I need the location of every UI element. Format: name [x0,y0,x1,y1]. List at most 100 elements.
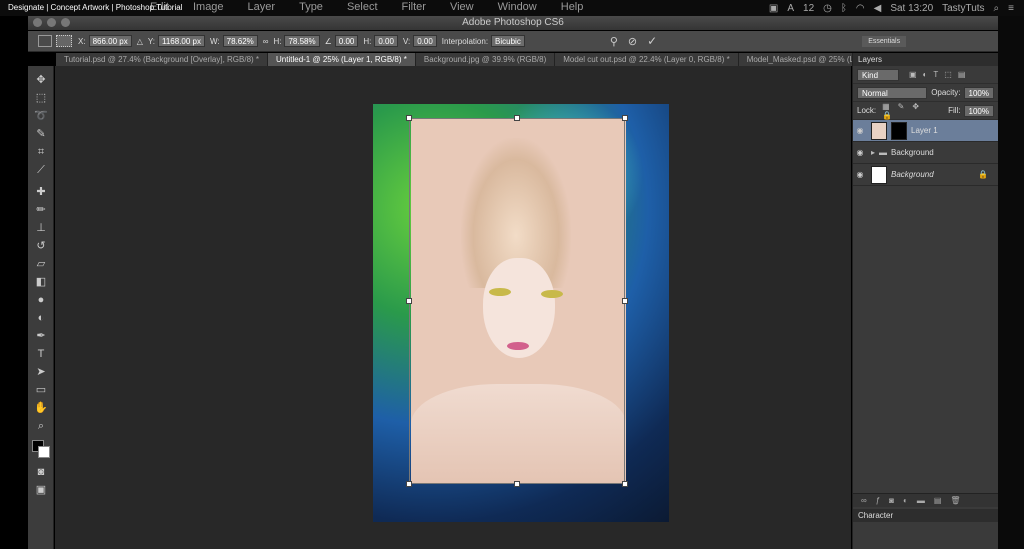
eraser-tool-icon[interactable]: ▱ [33,256,49,272]
history-brush-tool-icon[interactable]: ↺ [33,238,49,254]
layer-filter-row: Kind ▣◐T⬚▤ [853,66,998,84]
user-name[interactable]: TastyTuts [942,3,984,14]
clock[interactable]: Sat 13:20 [890,3,933,14]
brush-tool-icon[interactable]: ✏ [33,202,49,218]
link-icon[interactable]: ∞ [263,37,269,46]
vskew-field[interactable]: V: 0.00 [403,35,437,47]
wifi-icon[interactable]: ◠ [856,3,865,14]
layer-thumbnail [871,121,887,140]
warp-icon[interactable]: ⚲ [610,35,618,48]
eye-icon[interactable]: ◉ [853,148,867,157]
layer-filter-icons[interactable]: ▣◐T⬚▤ [909,70,971,79]
dodge-tool-icon[interactable]: ◐ [33,310,49,326]
transform-handle-left[interactable] [406,298,412,304]
layers-panel-title[interactable]: Layers [853,53,998,66]
eye-icon[interactable]: ◉ [853,170,867,179]
menu-type[interactable]: Type [299,1,323,13]
volume-icon[interactable]: ◀ [874,3,882,14]
adobe-updates-icon[interactable]: A [787,3,794,14]
healing-brush-tool-icon[interactable]: ✚ [33,184,49,200]
delta-icon[interactable]: △ [137,37,143,46]
transform-handle-bottom-right[interactable] [622,481,628,487]
layer-row-background-group[interactable]: ◉ ▸ ▬ Background [853,142,998,164]
transform-handle-bottom[interactable] [514,481,520,487]
crop-tool-icon[interactable]: ⌗ [33,144,49,160]
tab-untitled[interactable]: Untitled-1 @ 25% (Layer 1, RGB/8) * [268,53,416,66]
transform-handle-right[interactable] [622,298,628,304]
layer-filter-kind[interactable]: Kind [857,68,899,81]
menu-select[interactable]: Select [347,1,378,13]
height-field[interactable]: H: 78.58% [273,35,320,47]
type-tool-icon[interactable]: T [33,346,49,362]
camera-icon[interactable]: ▣ [769,3,778,14]
shape-tool-icon[interactable]: ▭ [33,382,49,398]
commit-transform-icon[interactable]: ✓ [647,34,657,48]
width-field[interactable]: W: 78.62% [210,35,258,47]
rotate-angle-field[interactable]: ∠ 0.00 [325,35,359,47]
tab-background[interactable]: Background.jpg @ 39.9% (RGB/8) [415,53,556,66]
spotlight-icon[interactable]: ⌕ [994,3,1000,14]
close-window-icon[interactable] [33,18,42,27]
x-position-field[interactable]: X: 866.00 px [78,35,132,47]
quick-mask-icon[interactable]: ◙ [33,464,49,480]
eye-icon[interactable]: ◉ [853,126,867,135]
transform-handle-top[interactable] [514,115,520,121]
menu-help[interactable]: Help [561,1,584,13]
tool-preset-icon[interactable] [38,35,52,47]
pen-tool-icon[interactable]: ✒ [33,328,49,344]
clone-stamp-tool-icon[interactable]: ⊥ [33,220,49,236]
reference-point-icon[interactable] [56,35,72,47]
document-canvas[interactable] [373,104,669,522]
cancel-transform-icon[interactable]: ⊘ [628,35,637,48]
character-panel-title[interactable]: Character [853,509,998,522]
canvas-area[interactable] [55,66,851,549]
workspace-switcher[interactable]: Essentials [862,35,907,47]
paint-bucket-tool-icon[interactable]: ◧ [33,274,49,290]
interpolation-field[interactable]: Interpolation: Bicubic [442,35,525,47]
move-tool-icon[interactable]: ✥ [33,72,49,88]
window-title: Adobe Photoshop CS6 [462,17,564,28]
notification-icon[interactable]: ≡ [1008,3,1014,14]
lock-icons[interactable]: ▦✎✥🔒 [882,102,944,120]
y-position-field[interactable]: Y: 1168.00 px [148,35,205,47]
bluetooth-icon[interactable]: ᛒ [841,3,847,14]
lasso-tool-icon[interactable]: ➰ [33,108,49,124]
zoom-window-icon[interactable] [61,18,70,27]
time-machine-icon[interactable]: ◷ [823,3,832,14]
fill-input[interactable]: 100% [963,104,994,117]
hand-tool-icon[interactable]: ✋ [33,400,49,416]
opacity-input[interactable]: 100% [963,86,994,99]
tab-model-cut-out[interactable]: Model cut out.psd @ 22.4% (Layer 0, RGB/… [555,53,739,66]
window-titlebar: Adobe Photoshop CS6 [28,16,998,30]
transform-handle-top-right[interactable] [622,115,628,121]
layer-name[interactable]: Background [891,148,934,157]
eyedropper-tool-icon[interactable]: ⟋ [33,162,49,178]
zoom-tool-icon[interactable]: ⌕ [33,418,49,434]
transform-handle-bottom-left[interactable] [406,481,412,487]
layer-name[interactable]: Background [891,170,934,179]
disclosure-triangle-icon[interactable]: ▸ [871,148,875,157]
path-selection-tool-icon[interactable]: ➤ [33,364,49,380]
lock-icon: 🔒 [978,170,988,179]
tab-tutorial[interactable]: Tutorial.psd @ 27.4% (Background [Overla… [56,53,269,66]
layer-row-background[interactable]: ◉ Background 🔒 [853,164,998,186]
layers-panel-footer-icons[interactable]: ∞ƒ◙◐▬▤🗑 [853,493,998,507]
hskew-field[interactable]: H: 0.00 [363,35,398,47]
transform-handle-top-left[interactable] [406,115,412,121]
minimize-window-icon[interactable] [47,18,56,27]
menu-view[interactable]: View [450,1,474,13]
blur-tool-icon[interactable]: ● [33,292,49,308]
menu-filter[interactable]: Filter [402,1,426,13]
blend-mode-select[interactable]: Normal [857,86,928,99]
menu-window[interactable]: Window [498,1,537,13]
layer-mask-thumbnail[interactable] [891,121,907,140]
marquee-tool-icon[interactable]: ⬚ [33,90,49,106]
transform-bounding-box[interactable] [406,115,628,487]
layer-row-layer-1[interactable]: ◉ Layer 1 [853,120,998,142]
layer-name[interactable]: Layer 1 [911,126,938,135]
screen-mode-icon[interactable]: ▣ [33,482,49,498]
menu-image[interactable]: Image [193,1,224,13]
quick-select-tool-icon[interactable]: ✎ [33,126,49,142]
menu-layer[interactable]: Layer [248,1,276,13]
background-color-swatch[interactable] [38,446,50,458]
